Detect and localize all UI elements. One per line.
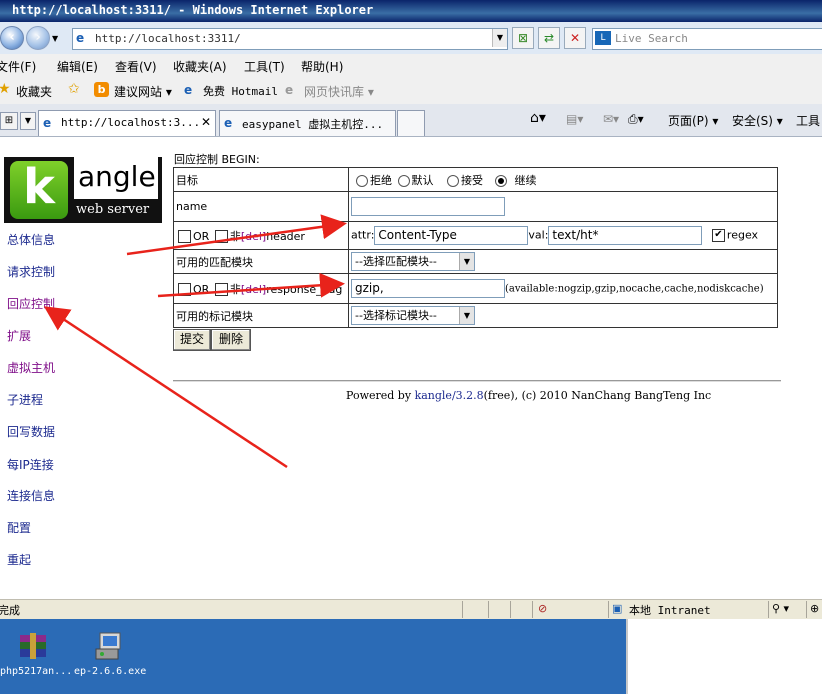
status-segment xyxy=(488,601,511,618)
regex-checkbox[interactable]: ✔ xyxy=(711,229,725,242)
favorites-button[interactable]: 收藏夹 xyxy=(16,83,52,100)
menu-bar: 文件(F) 编辑(E) 查看(V) 收藏夹(A) 工具(T) 帮助(H) xyxy=(0,54,822,76)
close-tab-icon[interactable]: ✕ xyxy=(201,115,211,129)
hotmail-link[interactable]: 免费 Hotmail xyxy=(203,83,278,99)
print-icon[interactable]: ⎙▾ xyxy=(628,112,644,127)
webslice-gallery-link[interactable]: 网页快讯库 ▾ xyxy=(304,83,374,100)
zoom-icon[interactable]: ⚲ ▾ xyxy=(772,602,789,615)
search-placeholder: Live Search xyxy=(615,32,688,45)
tab-label: http://localhost:3... xyxy=(61,116,201,129)
menu-view[interactable]: 查看(V) xyxy=(115,58,157,75)
val-input[interactable]: text/ht* xyxy=(548,226,703,245)
search-input[interactable]: L Live Search xyxy=(592,28,822,50)
address-toolbar: ‹ › ▼ e http://localhost:3311/ ▼ ⊠ ⇄ ✕ L… xyxy=(0,22,822,55)
refresh-icon[interactable]: ⇄ xyxy=(538,27,560,49)
footer: Powered by kangle/3.2.8(free), (c) 2010 … xyxy=(346,389,711,402)
mail-icon[interactable]: ✉▾ xyxy=(603,112,619,126)
home-icon[interactable]: ⌂▾ xyxy=(530,110,546,126)
stop-icon[interactable]: ✕ xyxy=(564,27,586,49)
intranet-zone-icon: ▣ xyxy=(612,602,623,615)
status-segment xyxy=(532,601,563,618)
tab-localhost[interactable]: e http://localhost:3... ✕ xyxy=(38,110,216,136)
arrow-to-header-rule xyxy=(126,214,347,256)
target-options: 拒绝 默认 接受 继续 xyxy=(348,167,778,192)
side-panel xyxy=(626,619,822,694)
suggested-sites-icon: b xyxy=(94,82,109,97)
favorites-bar: ★ 收藏夹 ✩ b 建议网站 ▾ e 免费 Hotmail e 网页快讯库 ▾ xyxy=(0,76,822,105)
address-field[interactable]: e http://localhost:3311/ ▼ xyxy=(72,28,508,50)
tab-easypanel[interactable]: e easypanel 虚拟主机控... xyxy=(219,110,396,136)
suggested-sites-link[interactable]: 建议网站 ▾ xyxy=(114,83,172,100)
kangle-version-link[interactable]: kangle/3.2.8 xyxy=(415,389,484,402)
target-accept-radio[interactable] xyxy=(447,174,459,187)
page-menu[interactable]: 页面(P) ▾ xyxy=(668,112,718,129)
desktop-icon-label: php5217an... xyxy=(0,666,73,677)
menu-favorites[interactable]: 收藏夹(A) xyxy=(173,58,227,75)
sidebar-item-connections[interactable]: 连接信息 xyxy=(7,487,55,504)
new-tab-button[interactable] xyxy=(397,110,425,136)
quick-tabs-icon[interactable]: ⊞ xyxy=(0,112,18,130)
installer-exe-icon[interactable] xyxy=(94,631,124,661)
ie-page-icon: e xyxy=(224,116,233,130)
status-segment xyxy=(510,601,533,618)
zoom-plus-icon[interactable]: ⊕ xyxy=(810,602,819,615)
address-dropdown-icon[interactable]: ▼ xyxy=(492,29,507,47)
tools-menu[interactable]: 工具 xyxy=(796,112,820,129)
target-default-label: 默认 xyxy=(411,173,434,187)
menu-tools[interactable]: 工具(T) xyxy=(244,58,285,75)
ie-page-icon: e xyxy=(76,31,85,45)
target-continue-radio[interactable] xyxy=(494,174,507,187)
desktop: php5217an... ep-2.6.6.exe xyxy=(0,619,626,694)
history-dropdown-icon[interactable]: ▼ xyxy=(52,34,58,43)
status-segment xyxy=(462,601,489,618)
window-title: http://localhost:3311/ - Windows Interne… xyxy=(12,3,374,17)
arrow-to-response-flag xyxy=(157,272,345,298)
target-accept-label: 接受 xyxy=(461,173,483,187)
page-content: k angle web server 总体信息 请求控制 回应控制 扩展 虚拟主… xyxy=(0,137,822,599)
zone-label: 本地 Intranet xyxy=(629,604,711,617)
status-text: 完成 xyxy=(0,604,20,617)
annotation-arrows xyxy=(43,214,347,469)
protected-mode-icon[interactable]: ⊘ xyxy=(538,602,547,615)
sidebar-item-restart[interactable]: 重起 xyxy=(7,551,31,568)
footer-suffix: (free), (c) 2010 NanChang BangTeng Inc xyxy=(483,389,712,402)
available-flags: (available:nogzip,gzip,nocache,cache,nod… xyxy=(505,283,764,295)
regex-label: regex xyxy=(726,228,759,242)
address-url: http://localhost:3311/ xyxy=(95,32,241,45)
ie-page-icon: e xyxy=(184,83,193,97)
chevron-down-icon: ▼ xyxy=(459,307,474,324)
target-continue-label: 继续 xyxy=(514,173,537,187)
tab-bar: ⊞ ▼ e http://localhost:3... ✕ e easypane… xyxy=(0,104,822,137)
webslice-icon: e xyxy=(285,83,294,97)
ie-page-icon: e xyxy=(43,116,52,130)
tab-label: easypanel 虚拟主机控... xyxy=(242,118,384,131)
feeds-icon[interactable]: ▤▾ xyxy=(566,112,583,126)
val-label: val: xyxy=(528,228,549,242)
safety-menu[interactable]: 安全(S) ▾ xyxy=(732,112,783,129)
compatibility-icon[interactable]: ⊠ xyxy=(512,27,534,49)
menu-file[interactable]: 文件(F) xyxy=(0,58,36,75)
menu-edit[interactable]: 编辑(E) xyxy=(57,58,98,75)
add-favorite-icon[interactable]: ✩ xyxy=(68,81,80,97)
tab-list-dropdown-icon[interactable]: ▼ xyxy=(20,112,36,130)
sidebar-item-config[interactable]: 配置 xyxy=(7,519,31,536)
status-bar: 完成 ⊘ ▣ 本地 Intranet ⚲ ▾ ⊕ xyxy=(0,599,822,620)
back-icon[interactable]: ‹ xyxy=(0,26,24,50)
arrow-to-response-control xyxy=(43,306,288,469)
installer-icon-graphic xyxy=(95,632,121,660)
winrar-icon-graphic xyxy=(20,633,46,659)
live-search-icon: L xyxy=(595,31,611,45)
favorites-star-icon[interactable]: ★ xyxy=(0,81,11,97)
chevron-down-icon: ▼ xyxy=(459,253,474,270)
desktop-icon-label: ep-2.6.6.exe xyxy=(74,666,147,677)
winrar-archive-icon[interactable] xyxy=(18,631,48,661)
menu-help[interactable]: 帮助(H) xyxy=(301,58,343,75)
window-title-bar: http://localhost:3311/ - Windows Interne… xyxy=(0,0,822,22)
forward-icon[interactable]: › xyxy=(26,26,50,50)
